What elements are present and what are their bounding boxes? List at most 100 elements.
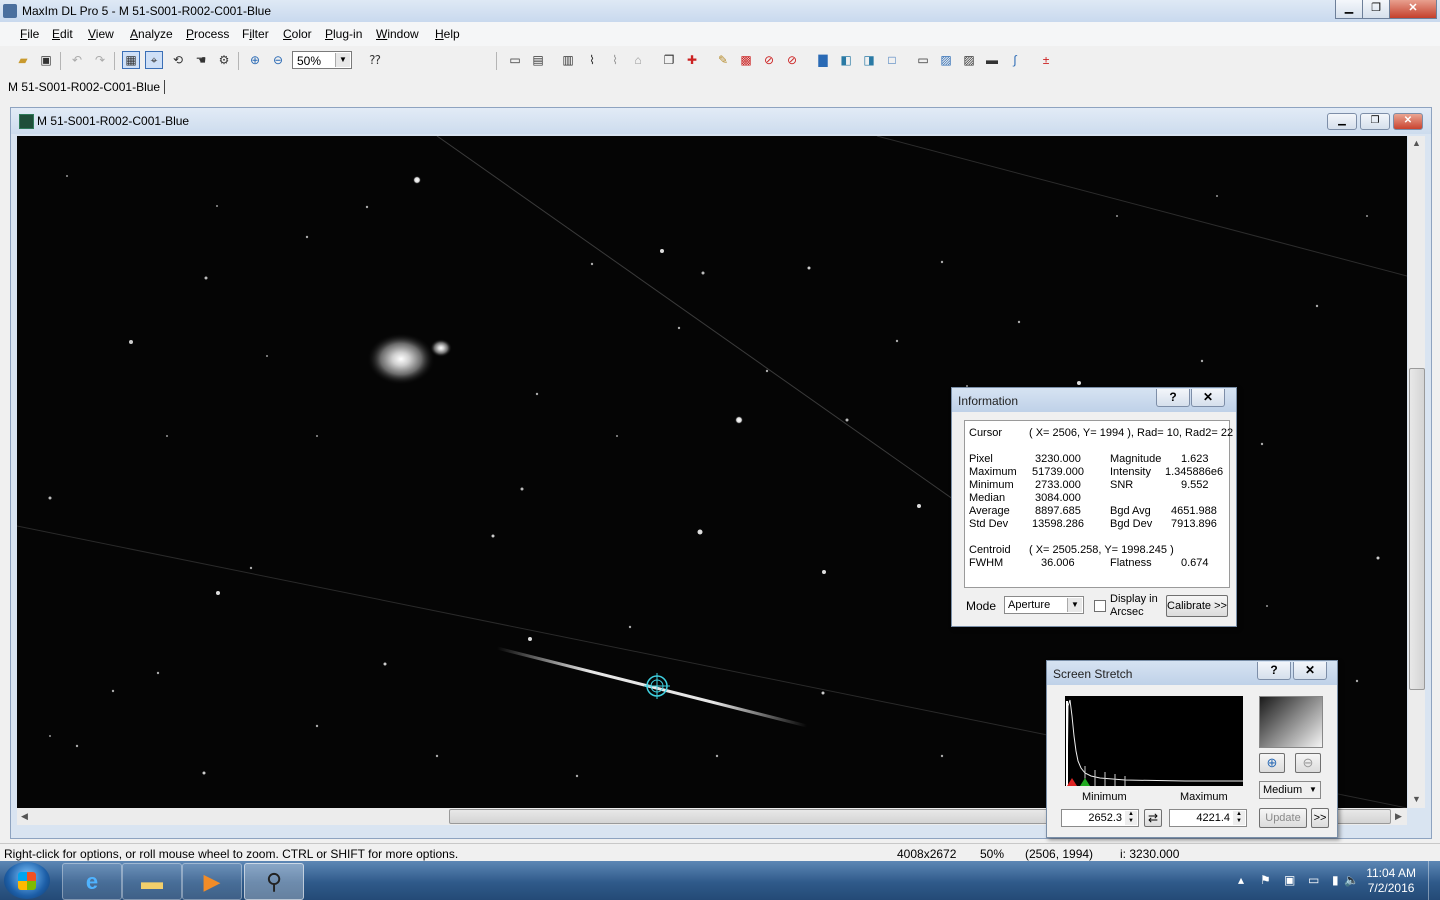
observatory-icon[interactable]: ⌂ <box>629 51 647 69</box>
stretch-zoom-in-button[interactable]: ⊕ <box>1259 753 1285 773</box>
context-help-icon[interactable]: ⁇ <box>366 51 384 69</box>
menu-window[interactable]: Window <box>376 27 419 41</box>
chevron-down-icon[interactable]: ▼ <box>1067 598 1082 612</box>
save-icon[interactable]: ▣ <box>37 51 55 69</box>
printer-icon[interactable]: ▣ <box>1284 873 1295 887</box>
fwhm-value: 36.006 <box>1041 557 1075 569</box>
information-title-bar[interactable]: Information ? ✕ <box>952 388 1236 412</box>
chevron-down-icon[interactable]: ▼ <box>1307 783 1319 797</box>
focuser-icon[interactable]: ⌇ <box>606 51 624 69</box>
open-folder-icon[interactable]: ▰ <box>14 51 32 69</box>
more-button[interactable]: >> <box>1311 808 1329 828</box>
menu-help[interactable]: Help <box>435 27 460 41</box>
stretch-zoom-out-button[interactable]: ⊖ <box>1295 753 1321 773</box>
no-symbol-icon[interactable]: ⊘ <box>760 51 778 69</box>
redo-icon[interactable]: ↷ <box>91 51 109 69</box>
chevron-down-icon[interactable]: ▼ <box>335 53 350 67</box>
info-close-button[interactable]: ✕ <box>1191 389 1225 407</box>
close-button[interactable]: ✕ <box>1389 0 1437 19</box>
minimum-input[interactable]: 2652.3 ▲ ▼ <box>1061 809 1139 827</box>
image-maximize-button[interactable]: ❐ <box>1360 113 1390 130</box>
menu-plugin[interactable]: Plug-in <box>325 27 362 41</box>
maximum-input[interactable]: 4221.4 ▲ ▼ <box>1169 809 1247 827</box>
scroll-left-icon[interactable]: ◀ <box>21 811 28 822</box>
brush-icon[interactable]: ✎ <box>714 51 732 69</box>
camera-control-icon[interactable]: ▥ <box>559 51 577 69</box>
menu-analyze[interactable]: Analyze <box>130 27 173 41</box>
taskbar-maxim-dl[interactable]: ⚲ <box>244 863 304 900</box>
swap-button[interactable]: ⇄ <box>1144 809 1162 827</box>
stack-icon[interactable]: ▤ <box>529 51 547 69</box>
vertical-scroll-thumb[interactable] <box>1409 368 1425 690</box>
telescope-icon[interactable]: ⌇ <box>583 51 601 69</box>
maximum-marker-icon[interactable] <box>1080 778 1090 786</box>
information-title: Information <box>958 394 1019 408</box>
menu-file[interactable]: File <box>20 27 39 41</box>
no-symbol-alt-icon[interactable]: ⊘ <box>783 51 801 69</box>
grid-red-icon[interactable]: ▩ <box>737 51 755 69</box>
histogram-plot[interactable] <box>1065 696 1243 786</box>
volume-icon[interactable]: 🔈 <box>1344 873 1359 887</box>
taskbar-file-explorer[interactable]: ▬ <box>122 863 182 900</box>
stretch-help-button[interactable]: ? <box>1257 662 1291 680</box>
image-minimize-button[interactable]: ▁ <box>1327 113 1357 130</box>
zoom-out-icon[interactable]: ⊖ <box>269 51 287 69</box>
network-icon[interactable]: ▭ <box>1308 873 1319 887</box>
taskbar-media-player[interactable]: ▶ <box>182 863 242 900</box>
update-button[interactable]: Update <box>1259 808 1307 828</box>
curve-icon[interactable]: ∫ <box>1006 51 1024 69</box>
screen-stretch-title-bar[interactable]: Screen Stretch ? ✕ <box>1047 661 1337 685</box>
align-icon[interactable]: ◧ <box>837 51 855 69</box>
curve-picture-icon[interactable]: ▨ <box>960 51 978 69</box>
display-arcsec-checkbox[interactable] <box>1094 600 1106 612</box>
app-icon[interactable] <box>3 4 17 18</box>
pan-hand-icon[interactable]: ☚ <box>192 51 210 69</box>
scroll-right-icon[interactable]: ▶ <box>1395 811 1402 822</box>
menu-view[interactable]: View <box>88 27 114 41</box>
maximize-button[interactable]: ❐ <box>1362 0 1390 19</box>
image-settings-icon[interactable]: ⚙ <box>215 51 233 69</box>
copy-icon[interactable]: ❐ <box>660 51 678 69</box>
ruler-icon[interactable]: ▭ <box>506 51 524 69</box>
undo-icon[interactable]: ↶ <box>68 51 86 69</box>
stretch-preset-select[interactable]: Medium ▼ <box>1259 781 1321 799</box>
image-mode-icon[interactable]: ▦ <box>122 51 140 69</box>
plus-minus-icon[interactable]: ± <box>1037 51 1055 69</box>
histogram-icon[interactable]: ▇ <box>814 51 832 69</box>
add-cross-icon[interactable]: ✚ <box>683 51 701 69</box>
zoom-select[interactable]: 50% ▼ <box>292 51 352 69</box>
menu-process[interactable]: Process <box>186 27 229 41</box>
rotate-icon[interactable]: ⟲ <box>169 51 187 69</box>
scroll-up-icon[interactable]: ▲ <box>1412 138 1421 148</box>
combine-icon[interactable]: ◨ <box>860 51 878 69</box>
zoom-in-icon[interactable]: ⊕ <box>246 51 264 69</box>
document-tab[interactable]: M 51-S001-R002-C001-Blue <box>8 80 160 94</box>
minimize-button[interactable]: ▁ <box>1335 0 1363 19</box>
crop-icon[interactable]: □ <box>883 51 901 69</box>
bar-icon[interactable]: ▬ <box>983 51 1001 69</box>
menu-color[interactable]: Color <box>283 27 312 41</box>
info-help-button[interactable]: ? <box>1156 389 1190 407</box>
calibrate-button[interactable]: Calibrate >> <box>1166 595 1228 617</box>
minimum-marker-icon[interactable] <box>1067 778 1077 786</box>
menu-filter[interactable]: Filter <box>242 27 269 41</box>
image-close-button[interactable]: ✕ <box>1393 113 1423 130</box>
flag-icon[interactable]: ⚑ <box>1260 873 1271 887</box>
show-hidden-icons-icon[interactable]: ▴ <box>1238 873 1244 887</box>
start-button[interactable] <box>4 862 50 899</box>
mode-select[interactable]: Aperture ▼ <box>1004 596 1084 614</box>
star <box>628 625 632 629</box>
show-desktop-button[interactable] <box>1428 861 1440 900</box>
clock[interactable]: 11:04 AM 7/2/2016 <box>1366 866 1416 896</box>
spinner-icon[interactable]: ▲ ▼ <box>1233 811 1245 825</box>
scroll-down-icon[interactable]: ▼ <box>1412 794 1421 804</box>
picture-icon[interactable]: ▨ <box>937 51 955 69</box>
taskbar-internet-explorer[interactable]: e <box>62 863 122 900</box>
window-icon[interactable]: ▭ <box>914 51 932 69</box>
crosshair-mode-icon[interactable]: ⌖ <box>145 51 163 69</box>
vertical-scrollbar[interactable]: ▲ ▼ <box>1408 136 1425 808</box>
spinner-icon[interactable]: ▲ ▼ <box>1125 811 1137 825</box>
menu-edit[interactable]: Edit <box>52 27 73 41</box>
battery-icon[interactable]: ▮ <box>1332 873 1339 887</box>
stretch-close-button[interactable]: ✕ <box>1293 662 1327 680</box>
